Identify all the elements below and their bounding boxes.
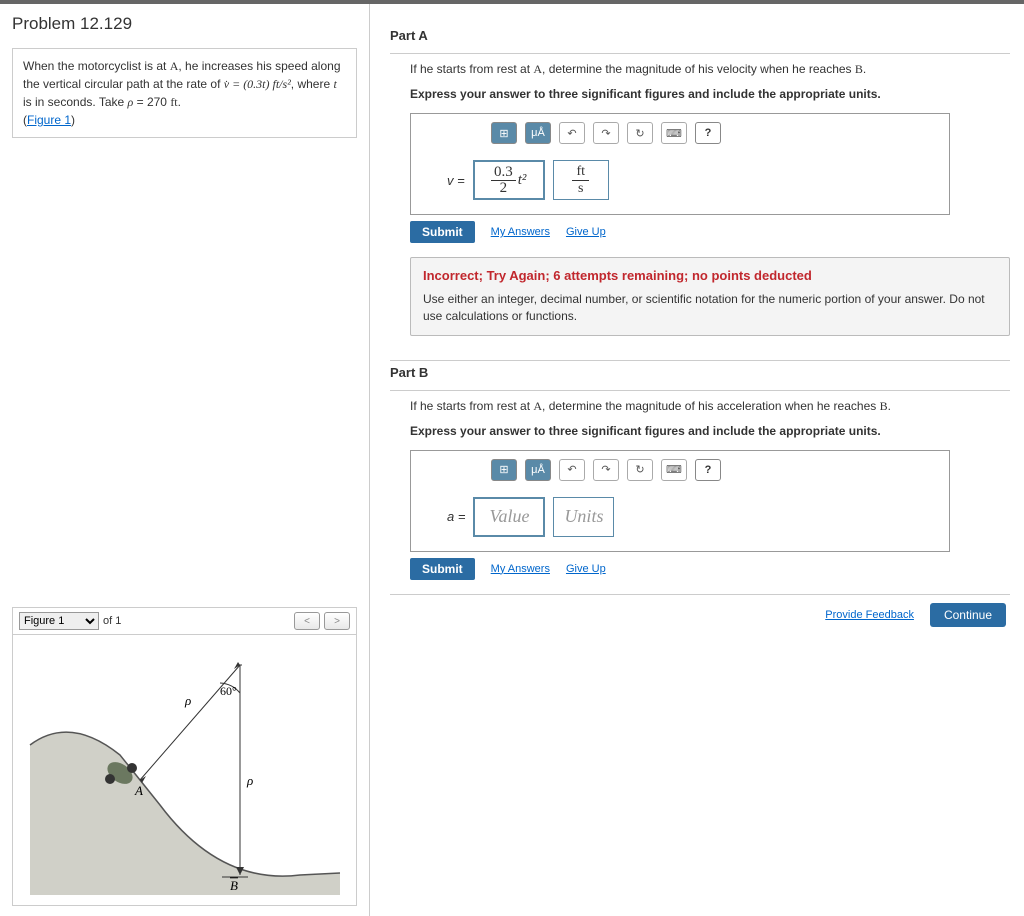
provide-feedback-link[interactable]: Provide Feedback bbox=[825, 609, 914, 621]
vdot: v̇ = (0.3t) ft/s² bbox=[224, 77, 291, 91]
keyboard-icon[interactable]: ⌨ bbox=[661, 459, 687, 481]
part-b-my-answers-link[interactable]: My Answers bbox=[491, 563, 550, 575]
svg-text:ρ: ρ bbox=[246, 773, 253, 788]
part-b-value-input[interactable]: Value bbox=[473, 497, 545, 537]
reset-icon[interactable]: ↻ bbox=[627, 459, 653, 481]
figure-next-button[interactable]: > bbox=[324, 612, 350, 630]
units-icon[interactable]: μÅ bbox=[525, 122, 551, 144]
redo-icon[interactable]: ↷ bbox=[593, 122, 619, 144]
part-a-give-up-link[interactable]: Give Up bbox=[566, 226, 606, 238]
svg-text:A: A bbox=[134, 783, 143, 798]
undo-icon[interactable]: ↶ bbox=[559, 459, 585, 481]
part-b-units-input[interactable]: Units bbox=[553, 497, 614, 537]
svg-text:B: B bbox=[230, 878, 238, 893]
text: When the motorcyclist is at bbox=[23, 59, 170, 73]
problem-title: Problem 12.129 bbox=[12, 14, 357, 34]
part-a-instruction: Express your answer to three significant… bbox=[410, 87, 1010, 101]
templates-icon[interactable]: ⊞ bbox=[491, 122, 517, 144]
part-b-instruction: Express your answer to three significant… bbox=[410, 424, 1010, 438]
part-a-title: Part A bbox=[390, 28, 1010, 43]
feedback-text: Use either an integer, decimal number, o… bbox=[423, 291, 997, 325]
figure-link[interactable]: Figure 1 bbox=[27, 113, 71, 127]
keyboard-icon[interactable]: ⌨ bbox=[661, 122, 687, 144]
svg-text:ρ: ρ bbox=[184, 693, 191, 708]
part-b-give-up-link[interactable]: Give Up bbox=[566, 563, 606, 575]
text: , where bbox=[291, 77, 334, 91]
help-icon[interactable]: ? bbox=[695, 459, 721, 481]
redo-icon[interactable]: ↷ bbox=[593, 459, 619, 481]
part-a-units-input[interactable]: ft s bbox=[553, 160, 609, 200]
part-a-variable: v = bbox=[447, 173, 465, 188]
units-icon[interactable]: μÅ bbox=[525, 459, 551, 481]
part-b-variable: a = bbox=[447, 509, 465, 524]
part-b-title: Part B bbox=[390, 365, 1010, 380]
figure-image: ρ 60° ρ A B bbox=[13, 635, 356, 905]
text: = 270 bbox=[133, 95, 170, 109]
help-icon[interactable]: ? bbox=[695, 122, 721, 144]
part-b-prompt: If he starts from rest at A, determine t… bbox=[410, 399, 1010, 414]
text: is in seconds. Take bbox=[23, 95, 128, 109]
part-b-submit-button[interactable]: Submit bbox=[410, 558, 475, 580]
figure-of-label: of 1 bbox=[103, 615, 121, 627]
text: . bbox=[178, 95, 181, 109]
part-a-feedback: Incorrect; Try Again; 6 attempts remaini… bbox=[410, 257, 1010, 336]
svg-text:60°: 60° bbox=[220, 684, 237, 698]
part-a-submit-button[interactable]: Submit bbox=[410, 221, 475, 243]
ft: ft bbox=[170, 95, 177, 109]
part-a-answer-box: ⊞ μÅ ↶ ↷ ↻ ⌨ ? v = 0.32 t² bbox=[410, 113, 950, 215]
t-var: t bbox=[333, 77, 336, 91]
reset-icon[interactable]: ↻ bbox=[627, 122, 653, 144]
part-b-answer-box: ⊞ μÅ ↶ ↷ ↻ ⌨ ? a = Value Units bbox=[410, 450, 950, 552]
continue-button[interactable]: Continue bbox=[930, 603, 1006, 627]
undo-icon[interactable]: ↶ bbox=[559, 122, 585, 144]
feedback-title: Incorrect; Try Again; 6 attempts remaini… bbox=[423, 268, 997, 283]
part-a-my-answers-link[interactable]: My Answers bbox=[491, 226, 550, 238]
figure-prev-button[interactable]: < bbox=[294, 612, 320, 630]
part-a-prompt: If he starts from rest at A, determine t… bbox=[410, 62, 1010, 77]
figure-select[interactable]: Figure 1 bbox=[19, 612, 99, 630]
templates-icon[interactable]: ⊞ bbox=[491, 459, 517, 481]
figure-panel: Figure 1 of 1 < > bbox=[12, 607, 357, 906]
problem-statement: When the motorcyclist is at A, he increa… bbox=[12, 48, 357, 138]
part-a-value-input[interactable]: 0.32 t² bbox=[473, 160, 545, 200]
